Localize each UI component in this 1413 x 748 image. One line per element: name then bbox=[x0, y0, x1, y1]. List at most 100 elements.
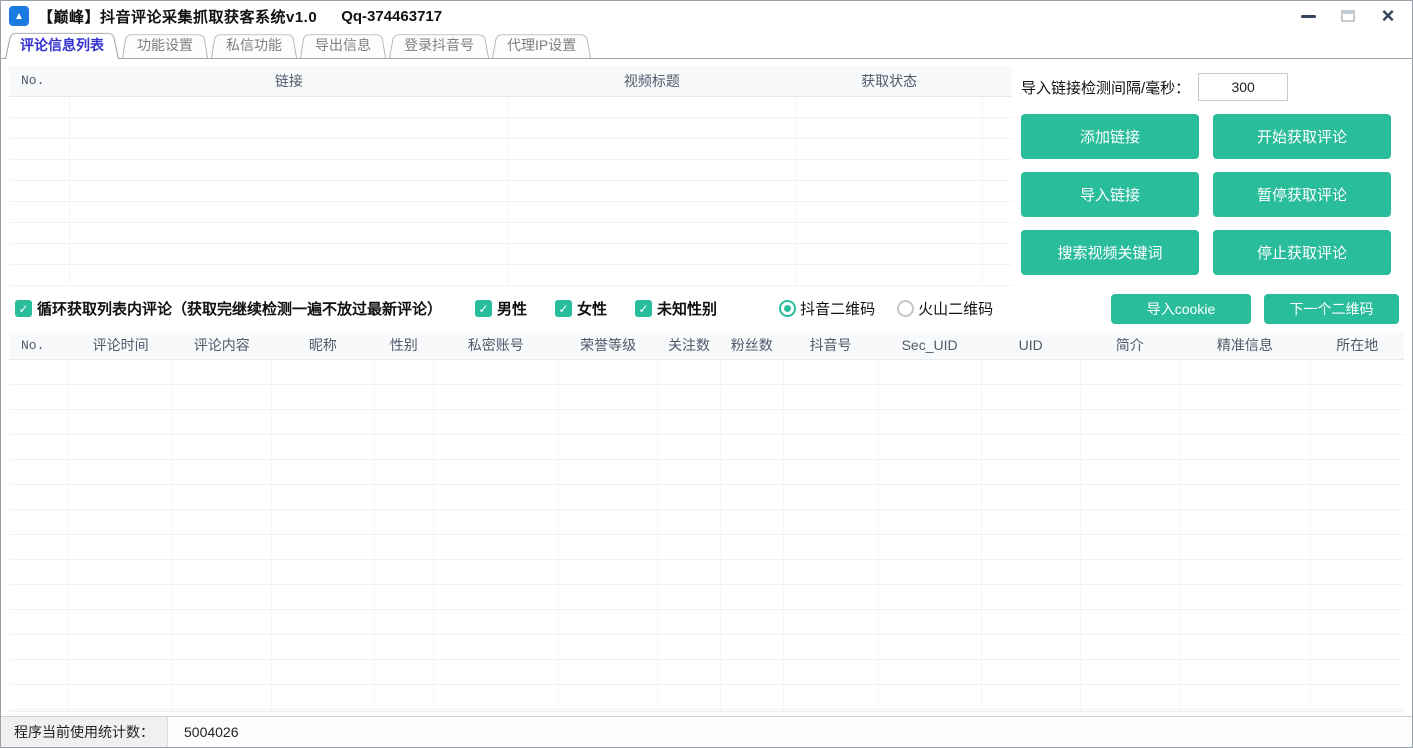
checkbox-checked-icon: ✓ bbox=[635, 300, 652, 317]
table-cell bbox=[795, 96, 983, 117]
table-cell bbox=[69, 435, 172, 460]
table-cell bbox=[433, 460, 559, 485]
table-cell bbox=[559, 535, 658, 560]
table-cell bbox=[433, 485, 559, 510]
maximize-button[interactable] bbox=[1338, 6, 1358, 26]
tab-5[interactable]: 登录抖音号 bbox=[389, 32, 489, 58]
import-links-button[interactable]: 导入链接 bbox=[1021, 172, 1199, 217]
table-cell bbox=[9, 460, 69, 485]
table-row[interactable] bbox=[9, 410, 1404, 435]
table-cell bbox=[509, 96, 796, 117]
table-row[interactable] bbox=[9, 243, 1012, 264]
qr-radio-1[interactable]: 抖音二维码 bbox=[779, 298, 875, 319]
table-row[interactable] bbox=[9, 610, 1404, 635]
table-cell bbox=[981, 360, 1080, 385]
tab-6[interactable]: 代理IP设置 bbox=[492, 32, 591, 58]
table-cell bbox=[783, 485, 878, 510]
table-row[interactable] bbox=[9, 222, 1012, 243]
table-cell bbox=[509, 222, 796, 243]
stop-collect-button[interactable]: 停止获取评论 bbox=[1213, 230, 1391, 275]
table-row[interactable] bbox=[9, 485, 1404, 510]
table-row[interactable] bbox=[9, 585, 1404, 610]
loop-collect-checkbox[interactable]: ✓ 循环获取列表内评论（获取完继续检测一遍不放过最新评论） bbox=[15, 298, 442, 319]
table-row[interactable] bbox=[9, 360, 1404, 385]
comments-table[interactable]: No.评论时间评论内容昵称性别私密账号荣誉等级关注数粉丝数抖音号Sec_UIDU… bbox=[9, 332, 1404, 711]
table-row[interactable] bbox=[9, 180, 1012, 201]
minimize-button[interactable] bbox=[1298, 6, 1318, 26]
gender-checkbox-3[interactable]: ✓未知性别 bbox=[635, 298, 717, 319]
table-cell bbox=[433, 635, 559, 660]
table-cell bbox=[172, 560, 271, 585]
close-button[interactable]: × bbox=[1378, 6, 1398, 26]
table-cell bbox=[69, 485, 172, 510]
column-header: 获取状态 bbox=[795, 66, 983, 96]
gender-checkbox-2[interactable]: ✓女性 bbox=[555, 298, 607, 319]
table-row[interactable] bbox=[9, 117, 1012, 138]
table-row[interactable] bbox=[9, 635, 1404, 660]
table-cell bbox=[658, 660, 721, 685]
table-row[interactable] bbox=[9, 660, 1404, 685]
column-header: 所在地 bbox=[1310, 332, 1404, 360]
table-row[interactable] bbox=[9, 535, 1404, 560]
interval-input[interactable] bbox=[1198, 73, 1288, 101]
table-cell bbox=[271, 610, 374, 635]
table-row[interactable] bbox=[9, 560, 1404, 585]
table-row[interactable] bbox=[9, 264, 1012, 285]
tab-3[interactable]: 私信功能 bbox=[211, 32, 297, 58]
table-cell bbox=[172, 485, 271, 510]
table-row[interactable] bbox=[9, 435, 1404, 460]
table-cell bbox=[878, 435, 981, 460]
table-cell bbox=[720, 535, 783, 560]
table-cell bbox=[433, 360, 559, 385]
import-cookie-button[interactable]: 导入cookie bbox=[1111, 294, 1251, 324]
next-qrcode-button[interactable]: 下一个二维码 bbox=[1264, 294, 1399, 324]
table-row[interactable] bbox=[9, 510, 1404, 535]
table-cell bbox=[1179, 385, 1310, 410]
table-cell bbox=[172, 635, 271, 660]
table-row[interactable] bbox=[9, 96, 1012, 117]
pause-collect-button[interactable]: 暂停获取评论 bbox=[1213, 172, 1391, 217]
qr-radio-label: 火山二维码 bbox=[918, 298, 993, 319]
table-cell bbox=[878, 685, 981, 710]
column-header: 简介 bbox=[1080, 332, 1179, 360]
table-row[interactable] bbox=[9, 460, 1404, 485]
table-cell bbox=[720, 510, 783, 535]
table-cell bbox=[1310, 585, 1404, 610]
table-cell bbox=[878, 360, 981, 385]
table-cell bbox=[9, 485, 69, 510]
table-cell bbox=[559, 510, 658, 535]
links-table[interactable]: No.链接视频标题获取状态 bbox=[9, 66, 1012, 286]
table-cell bbox=[509, 180, 796, 201]
action-button-grid: 添加链接开始获取评论导入链接暂停获取评论搜索视频关键词停止获取评论 bbox=[1021, 114, 1391, 275]
qr-radio-2[interactable]: 火山二维码 bbox=[897, 298, 993, 319]
table-cell bbox=[1179, 435, 1310, 460]
table-cell bbox=[795, 117, 983, 138]
tab-4[interactable]: 导出信息 bbox=[300, 32, 386, 58]
table-cell bbox=[1080, 610, 1179, 635]
control-panel: 导入链接检测间隔/毫秒： 添加链接开始获取评论导入链接暂停获取评论搜索视频关键词… bbox=[1012, 66, 1404, 286]
table-cell bbox=[878, 635, 981, 660]
add-link-button[interactable]: 添加链接 bbox=[1021, 114, 1199, 159]
table-cell bbox=[559, 485, 658, 510]
table-cell bbox=[271, 660, 374, 685]
table-row[interactable] bbox=[9, 385, 1404, 410]
column-header: No. bbox=[9, 66, 69, 96]
gender-checkbox-1[interactable]: ✓男性 bbox=[475, 298, 527, 319]
table-row[interactable] bbox=[9, 159, 1012, 180]
search-keyword-button[interactable]: 搜索视频关键词 bbox=[1021, 230, 1199, 275]
table-row[interactable] bbox=[9, 138, 1012, 159]
column-header: 关注数 bbox=[658, 332, 721, 360]
table-cell bbox=[271, 435, 374, 460]
start-collect-button[interactable]: 开始获取评论 bbox=[1213, 114, 1391, 159]
tab-1[interactable]: 评论信息列表 bbox=[5, 30, 119, 59]
tab-2[interactable]: 功能设置 bbox=[122, 32, 208, 58]
table-cell bbox=[271, 385, 374, 410]
table-cell bbox=[1179, 535, 1310, 560]
table-cell bbox=[1080, 635, 1179, 660]
table-row[interactable] bbox=[9, 685, 1404, 710]
main-content: No.链接视频标题获取状态 导入链接检测间隔/毫秒： 添加链接开始获取评论导入链… bbox=[1, 59, 1412, 716]
gender-label: 女性 bbox=[577, 298, 607, 319]
table-cell bbox=[374, 585, 433, 610]
table-row[interactable] bbox=[9, 201, 1012, 222]
table-cell bbox=[172, 610, 271, 635]
